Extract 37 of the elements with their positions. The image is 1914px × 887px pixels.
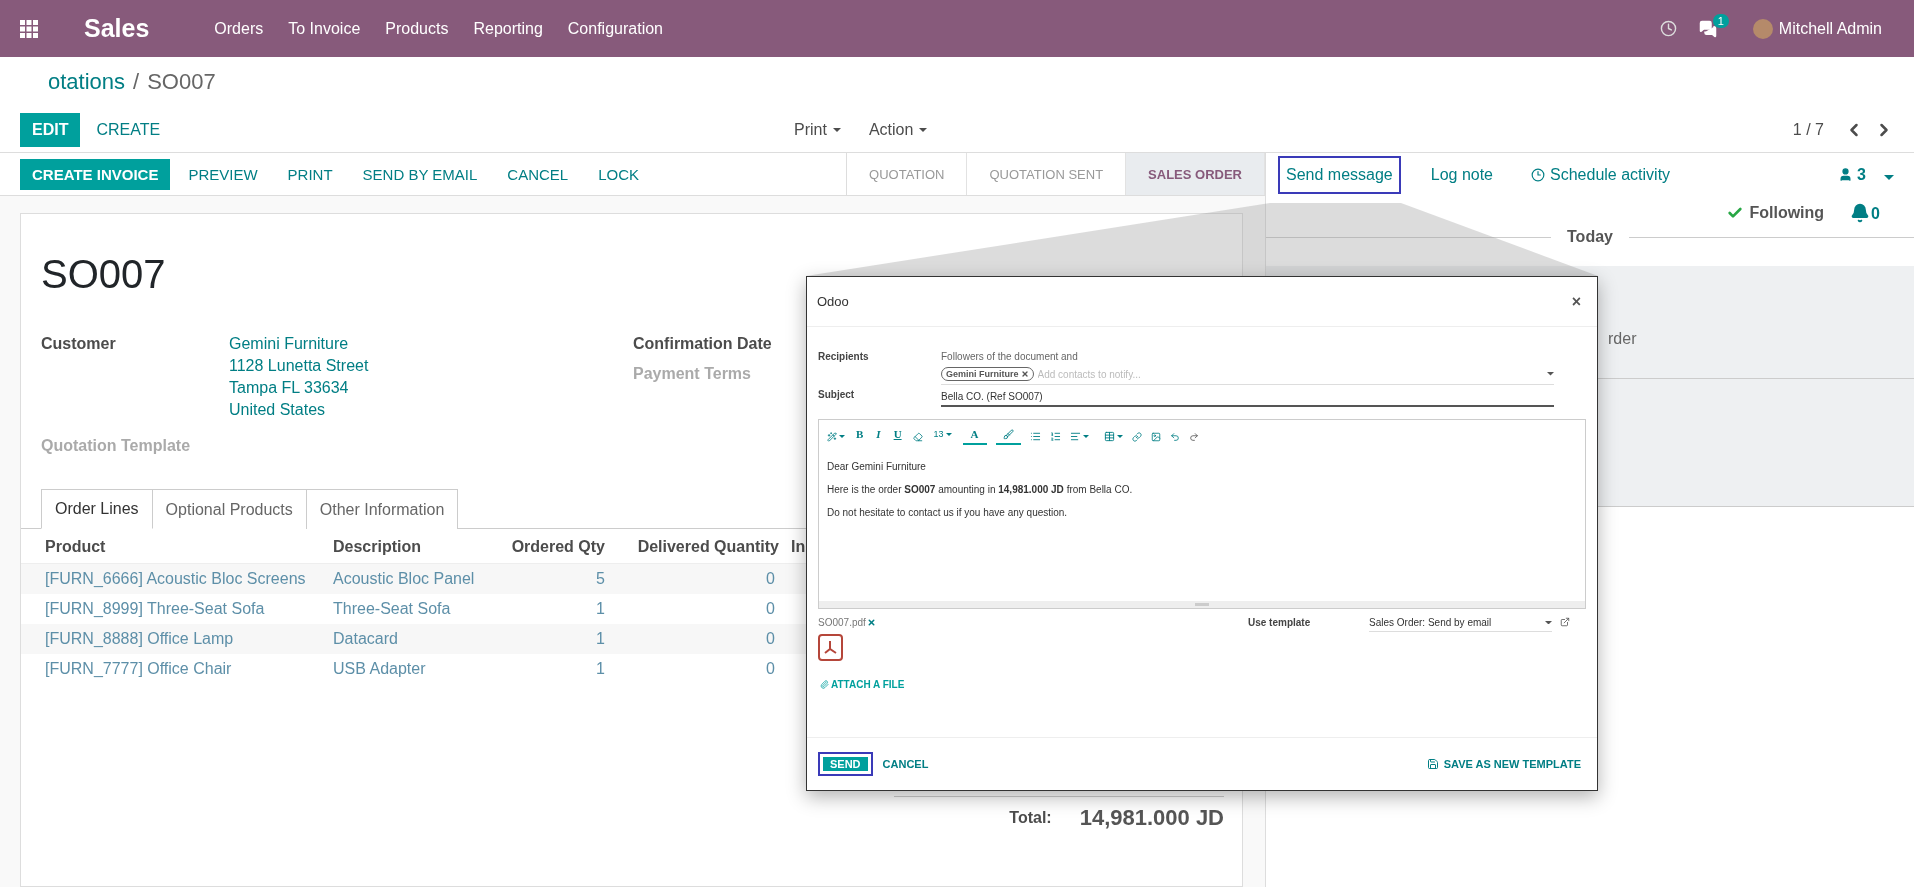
table-cell-text: Datacard xyxy=(332,629,399,649)
table-cell-text: [FURN_7777] Office Chair xyxy=(44,659,233,679)
table-cell-text: Acoustic Bloc Panel xyxy=(332,569,476,589)
total-label: Total: xyxy=(1009,809,1052,827)
dialog-title: Odoo xyxy=(817,294,849,309)
recipients-label: Recipients xyxy=(818,351,870,362)
field-label: Payment Terms xyxy=(633,365,752,383)
breadcrumb-current: SO007 xyxy=(147,69,216,95)
field-label: Quotation Template xyxy=(41,437,192,455)
field-label: Customer xyxy=(41,335,117,354)
table-cell-text: [FURN_8888] Office Lamp xyxy=(44,629,235,649)
message-paragraph: Dear Gemini Furniture xyxy=(827,461,927,472)
field-label: Confirmation Date xyxy=(633,335,772,353)
table-cell-text: 1 xyxy=(595,629,606,649)
table-cell-text: 0 xyxy=(765,629,776,649)
subject-label: Subject xyxy=(818,389,856,400)
total-amount: 14,981.000 JD xyxy=(1079,805,1224,831)
message-paragraph: Here is the order SO007 amounting in 14,981.000 JD from Bella CO. xyxy=(827,484,1134,495)
order-title: SO007 xyxy=(41,252,166,297)
table-cell-text: 5 xyxy=(595,569,606,589)
table-cell-text: [FURN_6666] Acoustic Bloc Screens xyxy=(44,569,307,589)
table-cell-text: [FURN_8999] Three-Seat Sofa xyxy=(44,599,266,619)
template-label: Use template xyxy=(1248,617,1312,628)
date-separator: Today xyxy=(1567,228,1613,246)
breadcrumb-separator: / xyxy=(133,69,140,95)
table-cell-text: 0 xyxy=(765,569,776,589)
table-cell-text: 1 xyxy=(595,659,606,679)
pager-text: 1 / 7 xyxy=(1792,120,1824,139)
message-paragraph: Do not hesitate to contact us if you have any question. xyxy=(827,507,1069,518)
table-cell-text: Three-Seat Sofa xyxy=(332,599,452,619)
table-cell-text: USB Adapter xyxy=(332,659,427,679)
message-text: rder xyxy=(1608,330,1637,347)
message-count-badge: 1 xyxy=(1712,13,1729,28)
table-cell-text: 1 xyxy=(595,599,606,619)
recipients-note: Followers of the document and xyxy=(941,351,1079,362)
table-cell-text: 0 xyxy=(765,599,776,619)
table-cell-text: 0 xyxy=(765,659,776,679)
